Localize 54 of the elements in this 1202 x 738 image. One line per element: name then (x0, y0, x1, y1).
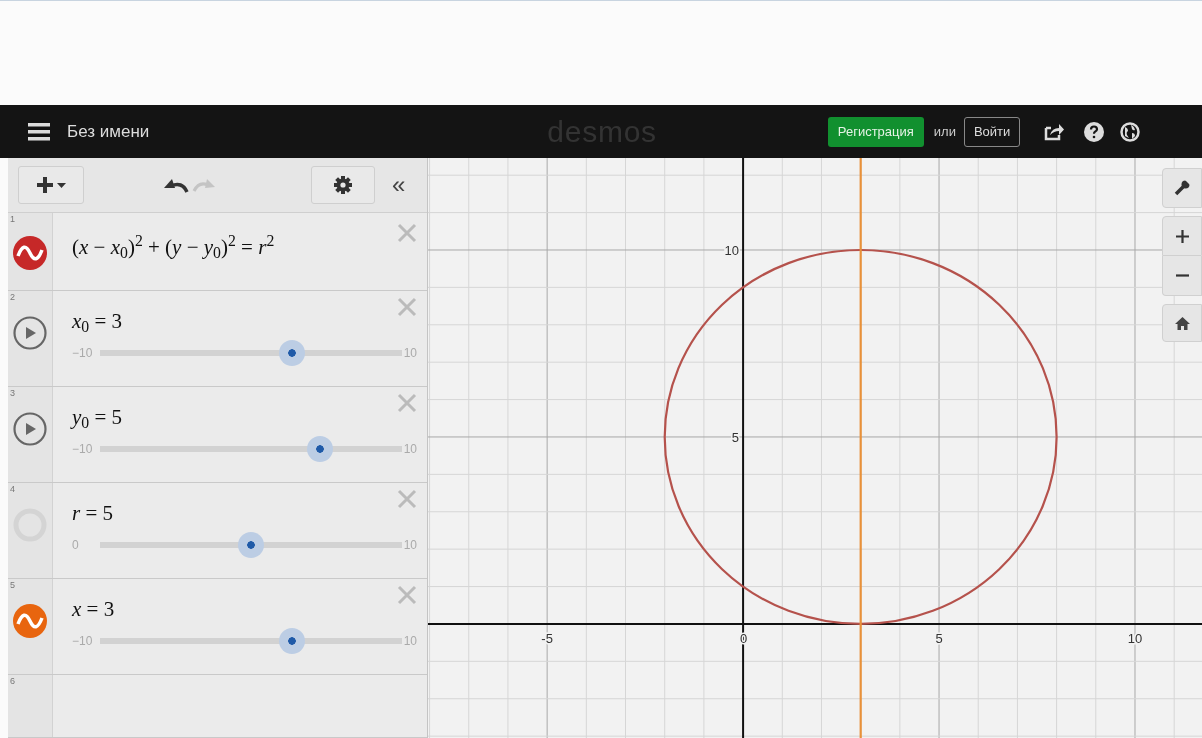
collapse-button[interactable]: « (392, 173, 406, 197)
add-item-button[interactable] (18, 166, 84, 204)
slider-thumb[interactable] (306, 436, 333, 463)
wrench-button[interactable] (1162, 168, 1202, 208)
or-text: или (933, 122, 956, 141)
undo-icon[interactable] (163, 177, 189, 193)
tick-label: 5 (731, 429, 740, 445)
slider-min: −10 (72, 633, 94, 651)
math-expression[interactable]: x = 3 (72, 597, 397, 623)
slider-min: −10 (72, 345, 94, 363)
math-expression[interactable]: r = 5 (72, 501, 397, 527)
slider-thumb[interactable] (279, 340, 306, 367)
plus-icon (1175, 229, 1189, 243)
slider-min: 0 (72, 537, 80, 555)
math-expression[interactable]: y$_{0}$ = 5 (72, 405, 397, 431)
tick-label: -5 (541, 630, 553, 646)
wave-icon[interactable] (13, 604, 47, 638)
slider-max: 10 (403, 537, 417, 555)
slider-max: 10 (403, 345, 417, 363)
caret-icon (57, 182, 66, 188)
line-number: 3 (9, 387, 16, 398)
tick-label: 5 (935, 630, 943, 646)
slider-thumb[interactable] (237, 532, 264, 559)
wrench-icon (1174, 180, 1190, 196)
zoom-out-button[interactable] (1162, 256, 1202, 296)
slider-max: 10 (403, 441, 417, 459)
graph-title[interactable]: Без имени (67, 118, 150, 145)
login-button[interactable]: Войти (963, 116, 1021, 147)
menu-icon[interactable] (28, 122, 50, 141)
slider-max: 10 (403, 633, 417, 651)
wave-icon[interactable] (13, 236, 47, 270)
help-icon[interactable] (1084, 121, 1105, 142)
plus-icon (36, 176, 54, 194)
line-number: 1 (9, 213, 16, 224)
math-expression[interactable]: (x − x$_{0}$)$^{2}$ + (y − y$_{0}$)$^{2}$ = r$^{2}$ (72, 235, 397, 261)
slider-min: −10 (72, 441, 94, 459)
settings-button[interactable] (311, 166, 375, 204)
tick-label: 10 (724, 243, 740, 258)
home-icon (1174, 316, 1190, 330)
settings-icon (334, 176, 352, 194)
home-button[interactable] (1162, 304, 1202, 342)
play-icon[interactable] (13, 316, 47, 350)
line-number: 2 (9, 291, 16, 302)
slider-thumb[interactable] (279, 628, 306, 655)
share-icon[interactable] (1044, 122, 1065, 141)
zoom-in-button[interactable] (1162, 216, 1202, 256)
line-number: 6 (9, 675, 16, 686)
line-number: 4 (9, 483, 16, 494)
line-number: 5 (9, 579, 16, 590)
play-icon[interactable] (13, 412, 47, 446)
tick-label: 10 (1127, 630, 1143, 646)
signup-button[interactable]: Регистрация (827, 116, 924, 147)
minus-icon (1175, 274, 1189, 277)
math-expression[interactable]: x$_{0}$ = 3 (72, 309, 397, 335)
